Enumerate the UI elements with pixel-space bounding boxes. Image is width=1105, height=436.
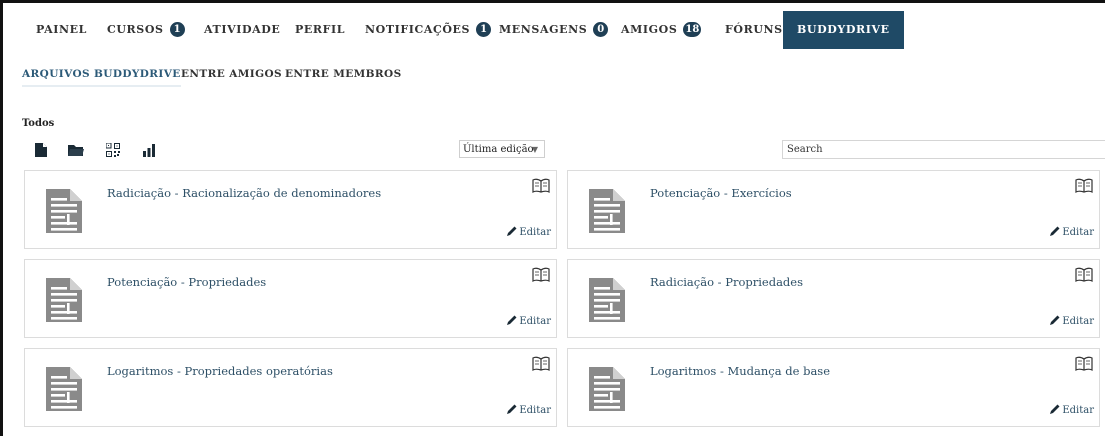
- file-card[interactable]: Potenciação - Exercícios Editar: [567, 170, 1100, 249]
- book-icon[interactable]: [1075, 356, 1093, 371]
- file-title-link[interactable]: Potenciação - Propriedades: [107, 275, 266, 289]
- window-border-left: [0, 0, 3, 436]
- subnav-item-label: ENTRE MEMBROS: [285, 68, 402, 80]
- document-icon: [588, 366, 626, 412]
- edit-button[interactable]: Editar: [1049, 314, 1094, 327]
- file-card[interactable]: Logaritmos - Mudança de base Editar: [567, 348, 1100, 427]
- search-input[interactable]: [782, 140, 1105, 159]
- edit-label: Editar: [1062, 227, 1094, 238]
- nav-item-mensagens[interactable]: MENSAGENS 0: [499, 11, 609, 49]
- nav-item-notificacoes[interactable]: NOTIFICAÇÕES 1: [365, 11, 492, 49]
- nav-item-label: CURSOS: [107, 23, 164, 36]
- document-icon: [45, 188, 83, 234]
- stats-icon[interactable]: [142, 142, 160, 158]
- sort-selected-value: Última edição: [463, 144, 534, 155]
- file-card[interactable]: Logaritmos - Propriedades operatórias Edi…: [24, 348, 557, 427]
- count-badge: 18: [683, 22, 702, 37]
- pencil-icon: [1049, 404, 1062, 416]
- edit-label: Editar: [519, 316, 551, 327]
- new-file-icon[interactable]: [34, 142, 52, 158]
- file-title-link[interactable]: Radiciação - Racionalização de denominad…: [107, 186, 381, 200]
- subnav-item-label: ARQUIVOS BUDDYDRIVE: [22, 68, 181, 80]
- subnav-item-label: ENTRE AMIGOS: [181, 68, 282, 80]
- file-title-link[interactable]: Radiciação - Propriedades: [650, 275, 803, 289]
- sort-select[interactable]: Última edição ▼: [459, 140, 545, 158]
- nav-item-amigos[interactable]: AMIGOS 18: [621, 11, 702, 49]
- edit-button[interactable]: Editar: [1049, 225, 1094, 238]
- edit-button[interactable]: Editar: [506, 403, 551, 416]
- document-icon: [588, 188, 626, 234]
- edit-button[interactable]: Editar: [506, 314, 551, 327]
- nav-item-painel[interactable]: PAINEL: [36, 11, 87, 49]
- document-icon: [45, 366, 83, 412]
- qr-code-icon[interactable]: [105, 142, 124, 158]
- nav-item-label: ATIVIDADE: [204, 23, 281, 36]
- document-icon: [45, 277, 83, 323]
- nav-item-perfil[interactable]: PERFIL: [295, 11, 345, 49]
- count-badge: 1: [476, 22, 492, 37]
- edit-label: Editar: [1062, 316, 1094, 327]
- pencil-icon: [1049, 315, 1062, 327]
- nav-item-label: FÓRUNS: [725, 23, 783, 36]
- file-title-link[interactable]: Potenciação - Exercícios: [650, 186, 792, 200]
- subnav-item-entre-membros[interactable]: ENTRE MEMBROS: [285, 61, 402, 89]
- book-icon[interactable]: [1075, 178, 1093, 193]
- filter-label: Todos: [22, 118, 55, 129]
- nav-item-label: NOTIFICAÇÕES: [365, 23, 471, 36]
- folder-icon[interactable]: [67, 142, 85, 158]
- file-title-link[interactable]: Logaritmos - Propriedades operatórias: [107, 364, 333, 378]
- chevron-down-icon: ▼: [531, 145, 538, 154]
- nav-item-label: AMIGOS: [621, 23, 678, 36]
- subnav-item-entre-amigos[interactable]: ENTRE AMIGOS: [181, 61, 282, 89]
- nav-item-cursos[interactable]: CURSOS 1: [107, 11, 185, 49]
- nav-item-label: PERFIL: [295, 23, 346, 36]
- book-icon[interactable]: [532, 267, 550, 282]
- file-card[interactable]: Potenciação - Propriedades Editar: [24, 259, 557, 338]
- count-badge: 0: [593, 22, 609, 37]
- nav-item-buddydrive[interactable]: BUDDYDRIVE: [783, 11, 904, 49]
- edit-label: Editar: [1062, 405, 1094, 416]
- nav-item-atividade[interactable]: ATIVIDADE: [204, 11, 280, 49]
- pencil-icon: [506, 404, 519, 416]
- main-nav: PAINEL CURSOS 1 ATIVIDADE PERFIL NOTIFICA…: [3, 11, 1105, 51]
- pencil-icon: [506, 226, 519, 238]
- edit-label: Editar: [519, 405, 551, 416]
- file-title-link[interactable]: Logaritmos - Mudança de base: [650, 364, 830, 378]
- window-border-top: [0, 0, 1105, 3]
- edit-button[interactable]: Editar: [506, 225, 551, 238]
- file-card[interactable]: Radiciação - Racionalização de denominad…: [24, 170, 557, 249]
- book-icon[interactable]: [1075, 267, 1093, 282]
- count-badge: 1: [169, 22, 185, 37]
- edit-button[interactable]: Editar: [1049, 403, 1094, 416]
- edit-label: Editar: [519, 227, 551, 238]
- pencil-icon: [1049, 226, 1062, 238]
- book-icon[interactable]: [532, 356, 550, 371]
- book-icon[interactable]: [532, 178, 550, 193]
- pencil-icon: [506, 315, 519, 327]
- subnav-item-arquivos-buddydrive[interactable]: ARQUIVOS BUDDYDRIVE: [22, 61, 181, 89]
- nav-item-label: BUDDYDRIVE: [797, 23, 890, 36]
- file-card[interactable]: Radiciação - Propriedades Editar: [567, 259, 1100, 338]
- nav-item-foruns[interactable]: FÓRUNS: [725, 11, 783, 49]
- nav-item-label: PAINEL: [36, 23, 87, 36]
- document-icon: [588, 277, 626, 323]
- nav-item-label: MENSAGENS: [499, 23, 588, 36]
